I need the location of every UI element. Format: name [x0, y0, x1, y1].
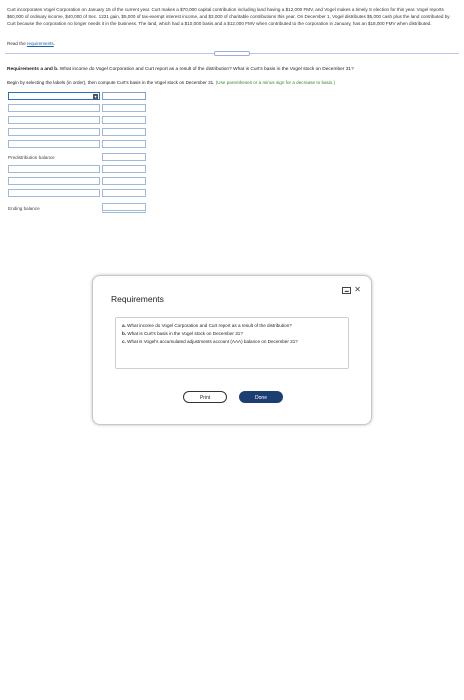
label-select-3[interactable]	[8, 116, 100, 124]
label-select-1[interactable]: ▾	[8, 92, 100, 100]
requirements-link[interactable]: requirements	[27, 41, 54, 46]
label-select-5[interactable]	[8, 140, 100, 148]
ending-balance-input[interactable]	[102, 203, 146, 213]
instruction-line: Begin by selecting the labels (in order)…	[7, 80, 459, 85]
predistribution-amount-input[interactable]	[102, 153, 146, 161]
requirement-b: b. What is Curt's basis in the Vogel sto…	[122, 331, 322, 338]
amount-input-4[interactable]	[102, 128, 146, 136]
instruction-hint: (Use parentheses or a minus sign for a d…	[215, 80, 335, 85]
requirements-question-bold: Requirements a and b.	[7, 67, 59, 72]
requirement-text: What is Curt's basis in the Vogel stock …	[126, 330, 243, 336]
requirement-a: a. What income do Vogel Corporation and …	[122, 323, 322, 330]
read-requirements-line: Read the requirements.	[7, 41, 55, 46]
done-button[interactable]: Done	[239, 391, 283, 403]
instruction-text: Begin by selecting the labels (in order)…	[7, 80, 216, 85]
window-controls: ▬ ✕	[342, 286, 361, 294]
requirements-dialog: Requirements ▬ ✕ a. What income do Vogel…	[92, 275, 372, 425]
requirements-list: a. What income do Vogel Corporation and …	[115, 317, 349, 369]
amount-input-8[interactable]	[102, 189, 146, 197]
label-select-4[interactable]	[8, 128, 100, 136]
amount-input-1[interactable]	[102, 92, 146, 100]
requirement-c: c. What is Vogel's accumulated adjustmen…	[122, 339, 322, 346]
dialog-title: Requirements	[111, 294, 164, 304]
dropdown-arrow-icon: ▾	[93, 94, 98, 99]
read-suffix: .	[53, 41, 56, 46]
print-button[interactable]: Print	[183, 391, 227, 403]
problem-statement: Curt incorporates Vogel Corporation on J…	[7, 7, 450, 27]
close-icon[interactable]: ✕	[354, 286, 361, 294]
amount-input-7[interactable]	[102, 177, 146, 185]
amount-input-6[interactable]	[102, 165, 146, 173]
label-select-8[interactable]	[8, 189, 100, 197]
label-select-2[interactable]	[8, 104, 100, 112]
amount-input-5[interactable]	[102, 140, 146, 148]
amount-input-2[interactable]	[102, 104, 146, 112]
amount-input-3[interactable]	[102, 116, 146, 124]
requirements-question-text: What income do Vogel Corporation and Cur…	[58, 67, 354, 72]
requirements-question: Requirements a and b. What income do Vog…	[7, 67, 459, 72]
requirement-text: What income do Vogel Corporation and Cur…	[125, 323, 292, 328]
requirement-text: What is Vogel's accumulated adjustments …	[125, 338, 298, 344]
label-select-6[interactable]	[8, 165, 100, 173]
collapse-handle[interactable]	[214, 51, 250, 56]
minimize-icon[interactable]: ▬	[342, 286, 352, 294]
predistribution-label: Predistribution balance	[8, 155, 55, 160]
read-prefix: Read the	[7, 41, 27, 46]
ending-balance-label: Ending balance	[8, 206, 40, 211]
label-select-7[interactable]	[8, 177, 100, 185]
